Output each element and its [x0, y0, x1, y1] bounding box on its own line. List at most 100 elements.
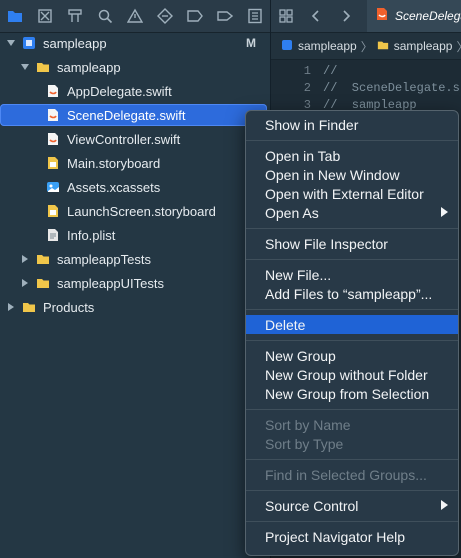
jump-bar-project[interactable]: sampleapp: [298, 39, 357, 53]
forward-arrow-icon[interactable]: [331, 0, 361, 32]
menu-item-new-group-without-folder[interactable]: New Group without Folder: [246, 365, 458, 384]
menu-item-new-file[interactable]: New File...: [246, 265, 458, 284]
breakpoint-icon[interactable]: [180, 0, 210, 32]
tree-row-folder[interactable]: sampleappUITests: [0, 272, 270, 294]
tree-item-label: Products: [43, 299, 95, 315]
menu-item-label: Source Control: [265, 497, 359, 514]
grid-icon[interactable]: [271, 0, 301, 32]
menu-item-label: Open As: [265, 204, 319, 221]
folder-icon[interactable]: [0, 0, 30, 32]
submenu-arrow-icon: [441, 500, 448, 510]
tree-row-file[interactable]: Main.storyboard: [0, 152, 270, 174]
menu-separator: [246, 459, 458, 460]
tree-row-file[interactable]: AppDelegate.swift: [0, 80, 270, 102]
xcode-project-icon: [22, 36, 36, 50]
menu-item-add-files[interactable]: Add Files to “sampleapp”...: [246, 284, 458, 303]
menu-item-open-as[interactable]: Open As: [246, 203, 458, 222]
menu-item-label: Open in New Window: [265, 166, 400, 183]
swift-file-icon: [46, 108, 60, 122]
tree-item-label: SceneDelegate.swift: [67, 107, 186, 123]
folder-icon: [22, 300, 36, 314]
tree-row-folder[interactable]: sampleappTests: [0, 248, 270, 270]
tree-row-file-selected[interactable]: SceneDelegate.swift: [0, 104, 270, 126]
menu-separator: [246, 409, 458, 410]
folder-icon: [36, 60, 50, 74]
menu-item-label: Sort by Name: [265, 416, 351, 433]
tree-row-project[interactable]: sampleapp M: [0, 32, 270, 54]
tree-row-file[interactable]: Info.plist: [0, 224, 270, 246]
storyboard-file-icon: [46, 204, 60, 218]
tree-item-label: Assets.xcassets: [67, 179, 161, 195]
disclosure-closed-icon[interactable]: [6, 302, 16, 312]
folder-icon: [36, 276, 50, 290]
menu-item-label: Open in Tab: [265, 147, 341, 164]
menu-item-find-in-selected-groups: Find in Selected Groups...: [246, 465, 458, 484]
tree-item-label: ViewController.swift: [67, 131, 181, 147]
tree-item-label: Info.plist: [67, 227, 116, 243]
tree-row-file[interactable]: Assets.xcassets: [0, 176, 270, 198]
project-navigator: sampleapp M sampleapp AppDelegate.swift …: [0, 0, 270, 558]
tag-icon[interactable]: [210, 0, 240, 32]
menu-item-new-group-from-selection[interactable]: New Group from Selection: [246, 384, 458, 403]
tree-item-label: sampleapp: [57, 59, 121, 75]
hierarchy-icon[interactable]: [60, 0, 90, 32]
navigator-toolbar: [0, 0, 270, 33]
swift-file-icon: [375, 7, 389, 26]
line-number: 2: [303, 81, 311, 95]
menu-item-label: Add Files to “sampleapp”...: [265, 285, 433, 302]
storyboard-file-icon: [46, 156, 60, 170]
menu-separator: [246, 309, 458, 310]
menu-item-delete[interactable]: Delete: [246, 315, 458, 334]
menu-item-label: New Group from Selection: [265, 385, 430, 402]
menu-separator: [246, 228, 458, 229]
tree-item-label: sampleappUITests: [57, 275, 164, 291]
chevron-right-icon: 〉: [360, 39, 373, 54]
tree-item-label: LaunchScreen.storyboard: [67, 203, 216, 219]
menu-separator: [246, 490, 458, 491]
menu-item-show-in-finder[interactable]: Show in Finder: [246, 115, 458, 134]
editor-tab[interactable]: SceneDelega: [367, 0, 461, 32]
disclosure-open-icon[interactable]: [20, 62, 30, 72]
plist-file-icon: [46, 228, 60, 242]
line-number: 1: [303, 64, 311, 78]
menu-separator: [246, 259, 458, 260]
diamond-icon[interactable]: [150, 0, 180, 32]
source-control-icon[interactable]: [30, 0, 60, 32]
menu-item-open-in-tab[interactable]: Open in Tab: [246, 146, 458, 165]
menu-item-new-group[interactable]: New Group: [246, 346, 458, 365]
menu-item-project-navigator-help[interactable]: Project Navigator Help: [246, 527, 458, 546]
tree-row-folder-sampleapp[interactable]: sampleapp: [0, 56, 270, 78]
context-menu: Show in Finder Open in Tab Open in New W…: [245, 110, 459, 556]
code-line: //: [323, 64, 338, 78]
menu-item-label: Show File Inspector: [265, 235, 388, 252]
asset-catalog-icon: [46, 180, 60, 194]
warning-icon[interactable]: [120, 0, 150, 32]
menu-item-label: Find in Selected Groups...: [265, 466, 427, 483]
swift-file-icon: [46, 84, 60, 98]
menu-item-open-in-new-window[interactable]: Open in New Window: [246, 165, 458, 184]
menu-item-show-file-inspector[interactable]: Show File Inspector: [246, 234, 458, 253]
tree-row-file[interactable]: ViewController.swift: [0, 128, 270, 150]
report-icon[interactable]: [240, 0, 270, 32]
disclosure-closed-icon[interactable]: [20, 254, 30, 264]
chevron-right-icon: 〉: [456, 38, 461, 55]
menu-item-sort-by-type: Sort by Type: [246, 434, 458, 453]
search-icon[interactable]: [90, 0, 120, 32]
menu-item-source-control[interactable]: Source Control: [246, 496, 458, 515]
tree-row-folder[interactable]: Products: [0, 296, 270, 318]
tree-row-file[interactable]: LaunchScreen.storyboard: [0, 200, 270, 222]
back-arrow-icon[interactable]: [301, 0, 331, 32]
folder-icon: [36, 252, 50, 266]
folder-icon: [377, 39, 389, 54]
submenu-arrow-icon: [441, 207, 448, 217]
menu-item-label: Sort by Type: [265, 435, 344, 452]
menu-item-open-with-external-editor[interactable]: Open with External Editor: [246, 184, 458, 203]
disclosure-closed-icon[interactable]: [20, 278, 30, 288]
menu-item-sort-by-name: Sort by Name: [246, 415, 458, 434]
menu-item-label: New File...: [265, 266, 332, 283]
code-line: // SceneDelegate.s: [323, 81, 460, 95]
disclosure-open-icon[interactable]: [6, 38, 16, 48]
editor-tab-bar: SceneDelega: [271, 0, 461, 33]
tree-item-label: Main.storyboard: [67, 155, 161, 171]
jump-bar-group[interactable]: sampleapp: [394, 39, 453, 53]
